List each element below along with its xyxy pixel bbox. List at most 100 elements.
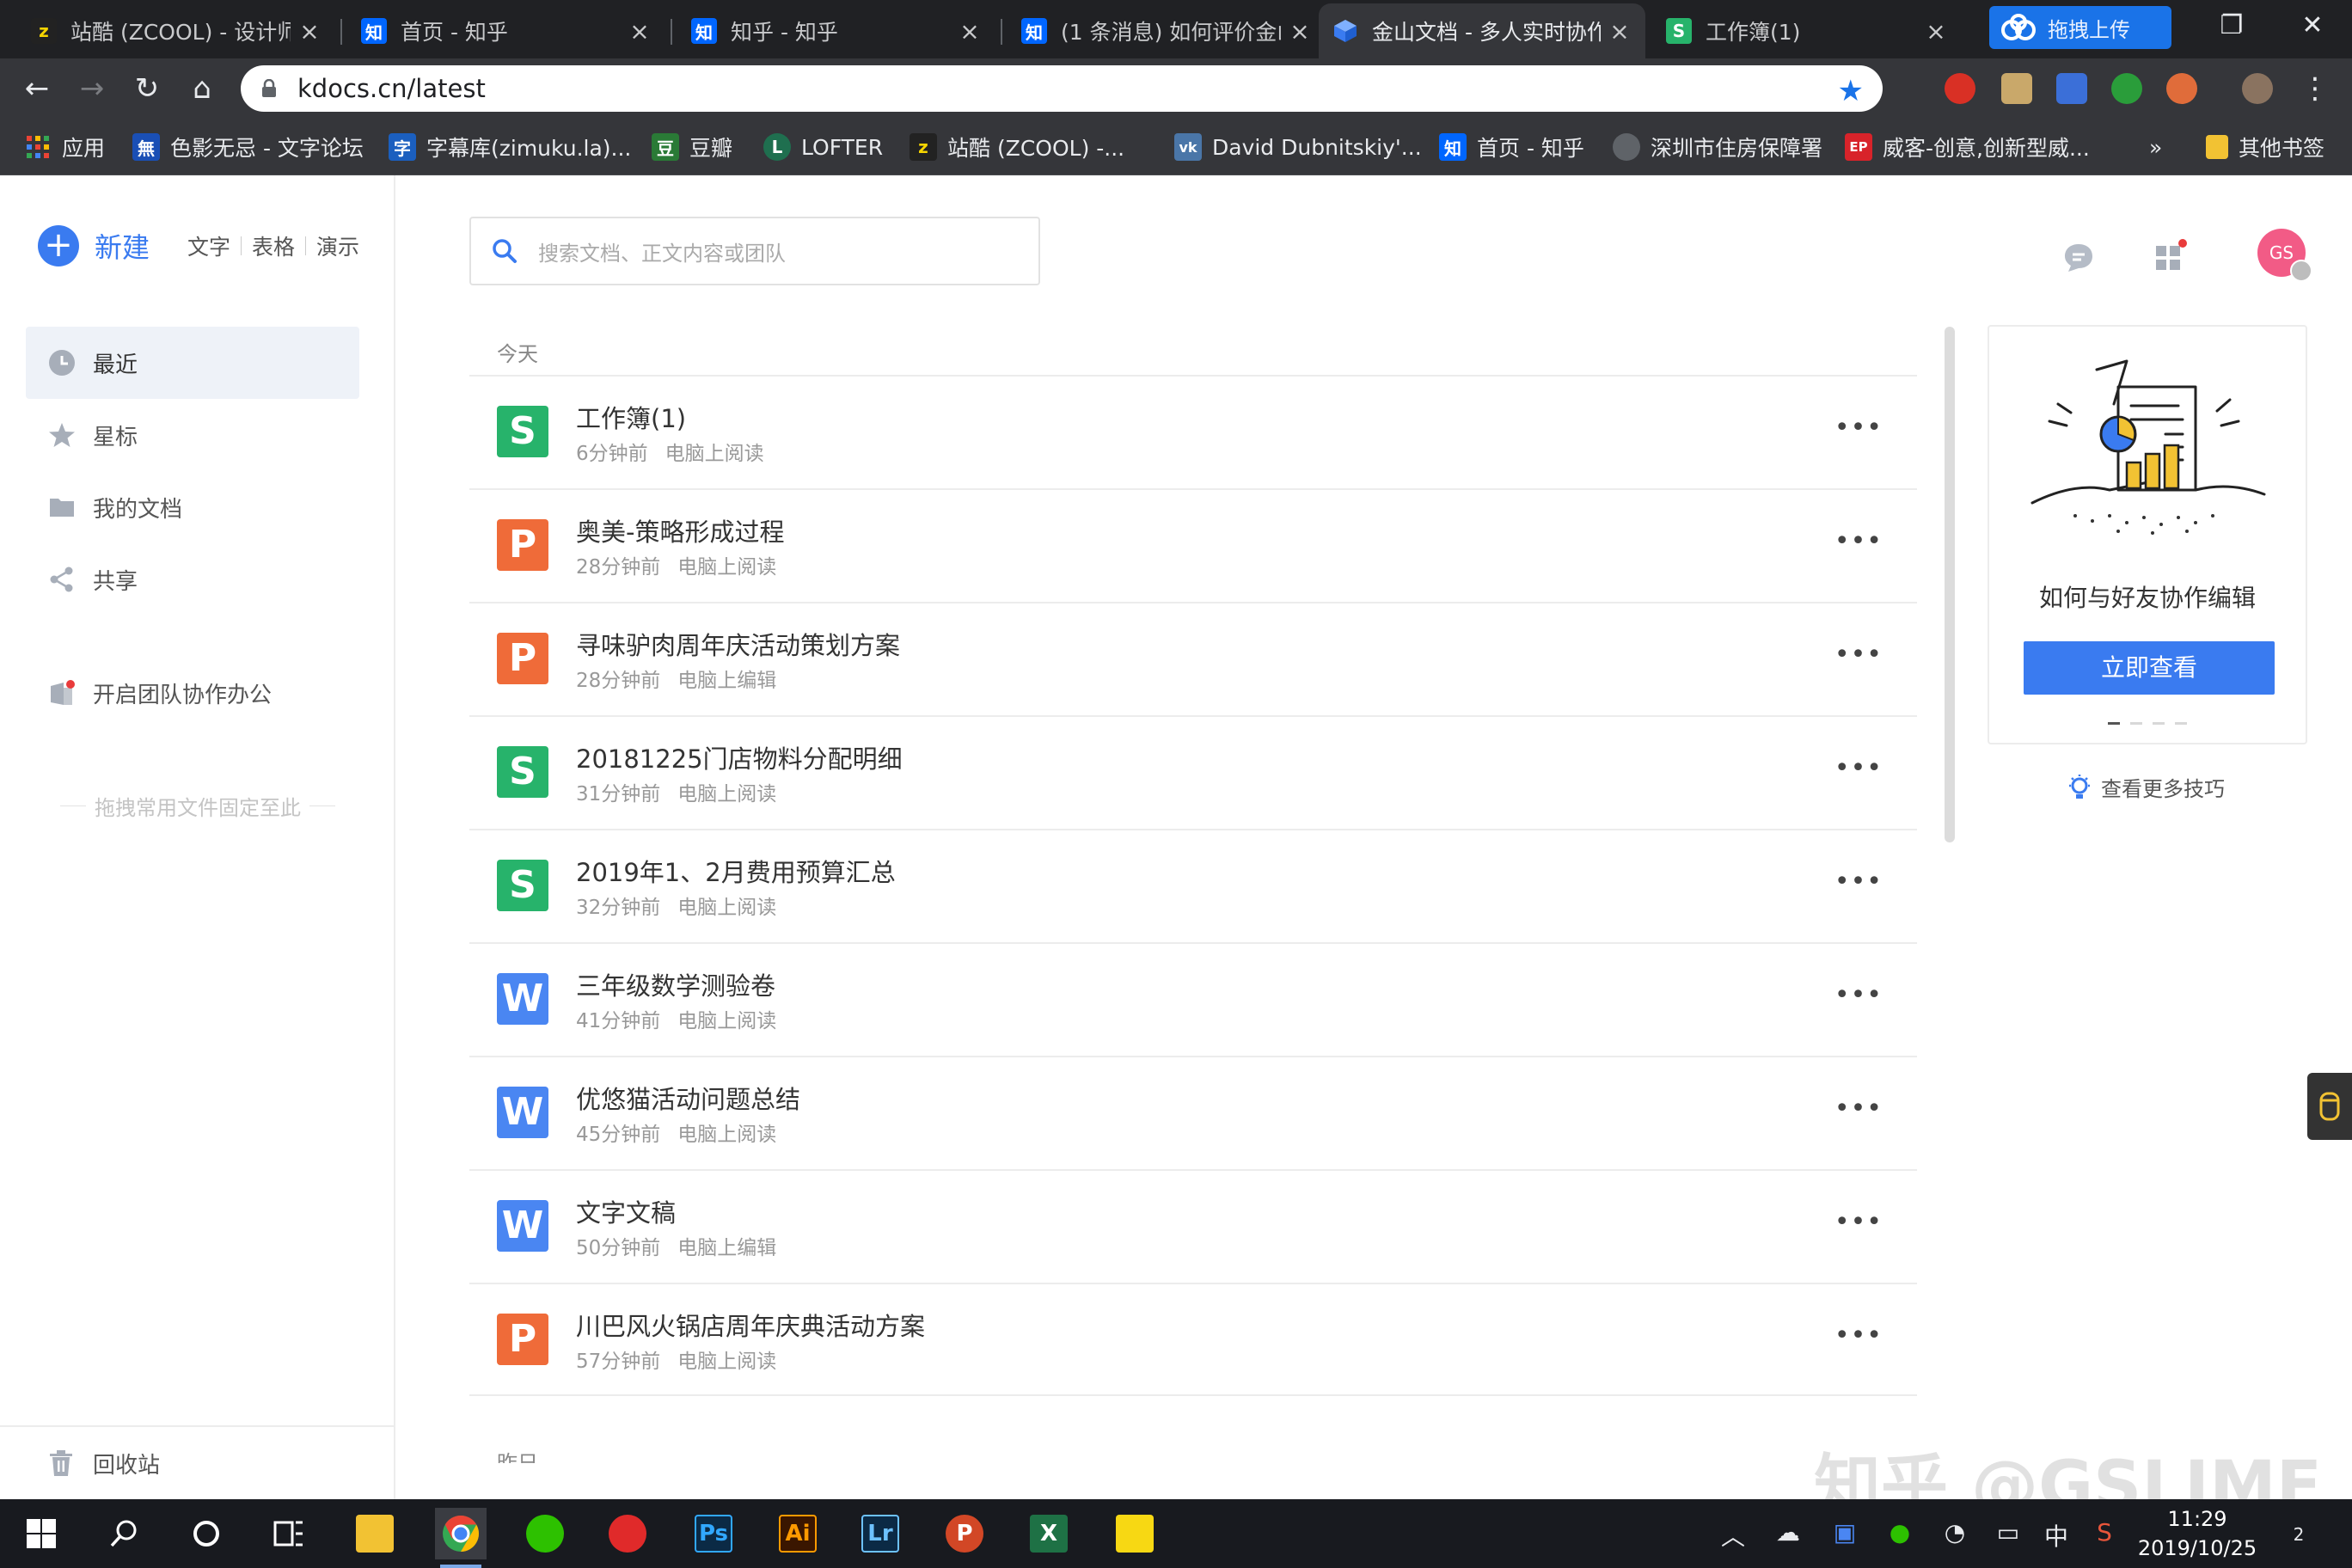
avatar[interactable]: GS — [2257, 229, 2312, 282]
bookmark-item[interactable]: 知 首页 - 知乎 — [1439, 131, 1584, 163]
carousel-dot[interactable] — [2175, 722, 2187, 725]
more-options-button[interactable]: ••• — [1834, 1207, 1883, 1237]
file-row[interactable]: W 优悠猫活动问题总结 45分钟前 电脑上阅读 ••• — [469, 1056, 1917, 1169]
bookmark-item[interactable]: vk David Dubnitskiy'... — [1174, 131, 1422, 163]
file-row[interactable]: S 工作簿(1) 6分钟前 电脑上阅读 ••• — [469, 375, 1917, 488]
file-explorer-icon[interactable] — [349, 1508, 401, 1559]
bookmark-item[interactable]: z 站酷 (ZCOOL) -... — [910, 131, 1124, 163]
file-row[interactable]: S 2019年1、2月费用预算汇总 32分钟前 电脑上阅读 ••• — [469, 829, 1917, 942]
file-name[interactable]: 川巴风火锅店周年庆典活动方案 — [576, 1307, 925, 1343]
lightroom-icon[interactable]: Lr — [854, 1508, 906, 1559]
more-options-button[interactable]: ••• — [1834, 980, 1883, 1010]
carousel-dot[interactable] — [2153, 722, 2165, 725]
close-tab-icon[interactable]: × — [628, 17, 652, 46]
wechat-icon[interactable] — [519, 1508, 571, 1559]
file-name[interactable]: 2019年1、2月费用预算汇总 — [576, 853, 896, 889]
ime-indicator[interactable]: 中 — [2039, 1518, 2073, 1551]
restore-window-icon[interactable]: ❐ — [2206, 5, 2257, 46]
sidebar-item-recent[interactable]: 最近 — [26, 327, 359, 399]
sidebar-item-shared[interactable]: 共享 — [26, 543, 359, 616]
more-options-button[interactable]: ••• — [1834, 526, 1883, 556]
browser-menu-icon[interactable]: ⋮ — [2295, 69, 2335, 108]
file-name[interactable]: 优悠猫活动问题总结 — [576, 1080, 800, 1116]
close-tab-icon[interactable]: × — [1288, 17, 1312, 46]
close-tab-icon[interactable]: × — [1924, 17, 1948, 46]
image-extension-icon[interactable] — [2001, 73, 2032, 104]
more-options-button[interactable]: ••• — [1834, 1320, 1883, 1351]
bookmark-item[interactable]: 字 字幕库(zimuku.la)... — [389, 131, 631, 163]
adblock-extension-icon[interactable] — [1945, 73, 1975, 104]
task-view-icon[interactable] — [263, 1508, 315, 1559]
file-row[interactable]: P 寻味驴肉周年庆活动策划方案 28分钟前 电脑上编辑 ••• — [469, 602, 1917, 715]
more-options-button[interactable]: ••• — [1834, 413, 1883, 443]
file-name[interactable]: 工作簿(1) — [576, 399, 686, 435]
file-name[interactable]: 奥美-策略形成过程 — [576, 512, 784, 548]
file-row[interactable]: W 文字文稿 50分钟前 电脑上编辑 ••• — [469, 1169, 1917, 1283]
search-icon[interactable] — [98, 1508, 150, 1559]
file-name[interactable]: 文字文稿 — [576, 1193, 676, 1229]
file-row[interactable]: S 20181225门店物料分配明细 31分钟前 电脑上阅读 ••• — [469, 715, 1917, 829]
more-options-button[interactable]: ••• — [1834, 1093, 1883, 1124]
download-extension-icon[interactable] — [2056, 73, 2087, 104]
bookmark-item[interactable]: EP 威客-创意,创新型威... — [1845, 131, 2090, 163]
more-tips-link[interactable]: 查看更多技巧 — [2067, 772, 2225, 802]
reload-icon[interactable]: ↻ — [127, 69, 167, 108]
new-text-doc-link[interactable]: 文字 — [187, 230, 230, 261]
file-name[interactable]: 20181225门店物料分配明细 — [576, 739, 903, 775]
bookmark-item[interactable]: L LOFTER — [763, 131, 883, 163]
close-tab-icon[interactable]: × — [958, 17, 982, 46]
close-tab-icon[interactable]: × — [1608, 17, 1632, 46]
profile-avatar-icon[interactable] — [2242, 73, 2273, 104]
notification-center-icon[interactable]: 2 — [2278, 1518, 2319, 1549]
browser-tab[interactable]: z 站酷 (ZCOOL) - 设计师 × — [17, 3, 335, 58]
chat-icon[interactable] — [2061, 241, 2096, 275]
more-options-button[interactable]: ••• — [1834, 867, 1883, 897]
battery-icon[interactable]: ▭ — [1991, 1518, 2025, 1549]
browser-tab[interactable]: 知 (1 条消息) 如何评价金山 × — [1008, 3, 1326, 58]
apps-grid-icon[interactable] — [2153, 239, 2187, 273]
bookmark-item[interactable]: 無 色影无忌 - 文字论坛 — [132, 131, 364, 163]
illustrator-icon[interactable]: Ai — [772, 1508, 824, 1559]
extension-icon[interactable] — [2166, 73, 2197, 104]
browser-tab-active[interactable]: 金山文档 - 多人实时协作 × — [1319, 3, 1645, 58]
browser-tab[interactable]: 知 知乎 - 知乎 × — [677, 3, 995, 58]
close-tab-icon[interactable]: × — [297, 17, 322, 46]
sidebar-item-trash[interactable]: 回收站 — [0, 1425, 395, 1499]
new-spreadsheet-link[interactable]: 表格 — [252, 230, 295, 261]
sogou-ime-icon[interactable]: S — [2087, 1518, 2122, 1549]
new-button[interactable]: 新建 — [95, 226, 150, 266]
search-input[interactable]: 搜索文档、正文内容或团队 — [469, 217, 1040, 285]
file-row[interactable]: P 奥美-策略形成过程 28分钟前 电脑上阅读 ••• — [469, 488, 1917, 602]
view-now-button[interactable]: 立即查看 — [2024, 641, 2275, 695]
bookmark-apps[interactable]: 应用 — [24, 131, 105, 163]
sidebar-item-my-docs[interactable]: 我的文档 — [26, 471, 359, 543]
excel-icon[interactable]: X — [1023, 1508, 1075, 1559]
close-window-icon[interactable]: ✕ — [2287, 5, 2338, 46]
drag-upload-button[interactable]: 拖拽上传 — [1989, 6, 2171, 49]
more-options-button[interactable]: ••• — [1834, 640, 1883, 670]
powerpoint-icon[interactable]: P — [939, 1508, 990, 1559]
sticky-notes-icon[interactable] — [1109, 1508, 1161, 1559]
address-bar[interactable]: kdocs.cn/latest ★ — [241, 65, 1883, 112]
file-name[interactable]: 寻味驴肉周年庆活动策划方案 — [576, 626, 900, 662]
network-drive-icon[interactable]: ▣ — [1828, 1518, 1862, 1549]
bookmarks-overflow-button[interactable]: » — [2149, 131, 2162, 163]
sidebar-item-team[interactable]: 开启团队协作办公 — [26, 657, 359, 729]
sidebar-item-starred[interactable]: 星标 — [26, 399, 359, 471]
browser-tab[interactable]: 知 首页 - 知乎 × — [347, 3, 665, 58]
other-bookmarks[interactable]: 其他书签 — [2206, 131, 2324, 163]
more-options-button[interactable]: ••• — [1834, 753, 1883, 783]
wifi-icon[interactable]: ◔ — [1938, 1518, 1972, 1549]
carousel-dot[interactable] — [2108, 722, 2120, 725]
floating-feedback-button[interactable] — [2307, 1073, 2352, 1140]
file-row[interactable]: W 三年级数学测验卷 41分钟前 电脑上阅读 ••• — [469, 942, 1917, 1056]
new-plus-icon[interactable]: + — [38, 225, 79, 266]
file-row[interactable]: P 川巴风火锅店周年庆典活动方案 57分钟前 电脑上阅读 ••• — [469, 1283, 1917, 1396]
wechat-tray-icon[interactable]: ● — [1883, 1518, 1917, 1549]
tray-expand-icon[interactable]: ︿ — [1716, 1518, 1750, 1551]
carousel-dot[interactable] — [2130, 722, 2142, 725]
bookmark-star-icon[interactable]: ★ — [1838, 74, 1864, 108]
system-clock[interactable]: 11:29 2019/10/25 — [2128, 1504, 2266, 1563]
forward-icon[interactable]: → — [72, 69, 112, 108]
netease-music-icon[interactable] — [602, 1508, 653, 1559]
